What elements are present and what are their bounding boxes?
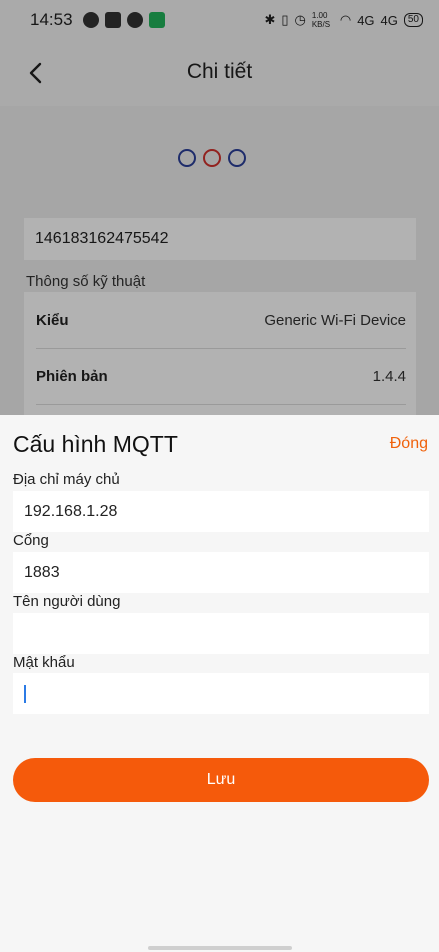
password-input[interactable]: [13, 673, 429, 714]
username-input[interactable]: [13, 613, 429, 654]
port-input[interactable]: 1883: [13, 552, 429, 593]
mqtt-config-sheet: Cấu hình MQTT Đóng Địa chỉ máy chủ 192.1…: [0, 415, 439, 952]
server-address-input[interactable]: 192.168.1.28: [13, 491, 429, 532]
server-address-label: Địa chỉ máy chủ: [13, 471, 120, 488]
password-label: Mật khẩu: [13, 654, 75, 671]
modal-scrim[interactable]: [0, 0, 439, 415]
username-label: Tên người dùng: [13, 593, 121, 610]
text-cursor: [24, 684, 26, 703]
device-detail-screen: 14:53 ✱ ▯ ◷ 1.00 KB/S ◠ 4G 4G 50 Chi tiế…: [0, 0, 439, 952]
home-indicator[interactable]: [148, 946, 292, 950]
save-button[interactable]: Lưu: [13, 758, 429, 802]
sheet-title: Cấu hình MQTT: [13, 431, 178, 457]
close-button[interactable]: Đóng: [390, 435, 428, 453]
port-label: Cổng: [13, 532, 49, 549]
